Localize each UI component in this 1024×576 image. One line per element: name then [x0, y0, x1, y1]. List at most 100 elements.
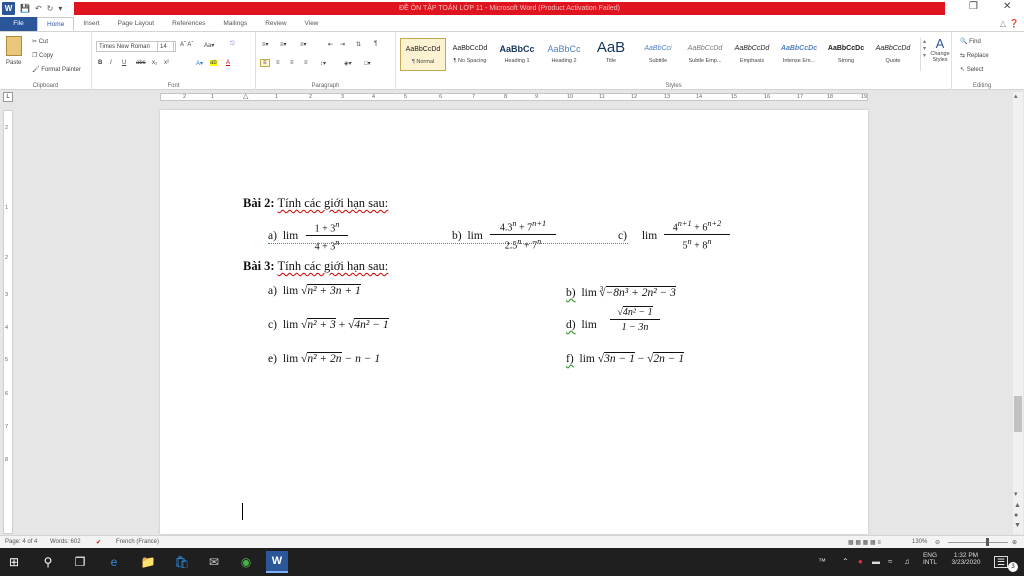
tab-mailings[interactable]: Mailings	[214, 17, 256, 31]
task-view-icon[interactable]: ❐	[72, 554, 88, 570]
style-no-spacing[interactable]: AaBbCcDd ¶ No Spacing	[447, 38, 493, 71]
style-subtitle[interactable]: AaBbCci Subtitle	[635, 38, 681, 71]
text-effects-icon[interactable]: A▾	[196, 60, 203, 67]
zoom-in-icon[interactable]: ⊕	[1012, 539, 1017, 546]
language-indicator[interactable]: French (France)	[116, 539, 159, 545]
file-explorer-icon[interactable]: 📁	[140, 554, 156, 570]
clear-formatting-icon[interactable]: ⎋	[230, 41, 235, 48]
align-right-icon[interactable]: ≡	[290, 60, 294, 66]
save-icon[interactable]: 💾	[20, 4, 30, 13]
style-heading-2[interactable]: AaBbCc Heading 2	[541, 38, 587, 71]
wifi-icon[interactable]: ≈	[888, 557, 892, 566]
style-emphasis[interactable]: AaBbCcDd Emphasis	[729, 38, 775, 71]
input-language[interactable]: ENG INTL	[918, 552, 942, 566]
next-page-icon[interactable]: ▼	[1014, 522, 1021, 529]
grow-font-icon[interactable]: Aˆ Aˇ	[180, 42, 193, 48]
tab-home[interactable]: Home	[37, 17, 75, 31]
proofing-icon[interactable]: ✔	[96, 539, 101, 546]
windows-start-icon[interactable]: ⊞	[6, 554, 22, 570]
minimize-ribbon-icon[interactable]: △	[1000, 19, 1006, 28]
tab-insert[interactable]: Insert	[74, 17, 108, 31]
italic-button[interactable]: I	[110, 60, 112, 66]
justify-icon[interactable]: ≡	[304, 60, 308, 66]
help-icon[interactable]: ❓	[1009, 19, 1019, 28]
tab-references[interactable]: References	[163, 17, 214, 31]
cut-button[interactable]: ✂ Cut	[32, 38, 48, 45]
change-case-icon[interactable]: Aa▾	[204, 42, 214, 49]
line-spacing-icon[interactable]: ↕▾	[320, 60, 326, 67]
store-icon[interactable]: 🛍	[174, 554, 190, 570]
tab-review[interactable]: Review	[256, 17, 295, 31]
scroll-up-icon[interactable]: ▴	[1014, 92, 1018, 100]
mail-icon[interactable]: ✉	[206, 554, 222, 570]
zoom-slider-handle[interactable]	[986, 538, 989, 546]
style-title[interactable]: AaB Title	[588, 38, 634, 71]
font-color-icon[interactable]: A	[226, 60, 230, 66]
style-intense-emphasis[interactable]: AaBbCcDc Intense Em...	[776, 38, 822, 71]
previous-page-icon[interactable]: ▲	[1014, 502, 1021, 509]
decrease-indent-icon[interactable]: ⇤	[328, 41, 333, 48]
style-strong[interactable]: AaBbCcDc Strong	[823, 38, 869, 71]
indent-marker-icon[interactable]: △	[243, 92, 248, 100]
paste-button[interactable]: Paste	[6, 60, 21, 66]
volume-icon[interactable]: ♫	[904, 557, 910, 566]
ruler-track[interactable]: 2 1 △ 1 2 3 4 5 6 7 8 9 10 11 12 13 14 1…	[160, 93, 868, 101]
find-button[interactable]: 🔍 Find	[960, 38, 981, 45]
shading-icon[interactable]: ◈▾	[344, 60, 352, 67]
people-icon[interactable]: ™	[818, 557, 826, 566]
sort-icon[interactable]: ⇅	[356, 41, 361, 48]
tab-file[interactable]: File	[0, 17, 37, 31]
zoom-level[interactable]: 130%	[912, 539, 927, 545]
bold-button[interactable]: B	[98, 60, 102, 66]
notifications-icon[interactable]: ☰	[994, 556, 1008, 568]
align-center-icon[interactable]: ≡	[276, 60, 280, 66]
search-icon[interactable]: ⚲	[40, 554, 56, 570]
style-normal[interactable]: AaBbCcDd ¶ Normal	[400, 38, 446, 71]
multilevel-list-icon[interactable]: ≡▾	[300, 41, 307, 48]
tab-selector[interactable]: L	[3, 92, 13, 102]
document-page[interactable]	[160, 110, 868, 534]
view-buttons-icon[interactable]: ▦ ▦ ▦ ▦ ≡	[848, 539, 881, 546]
tray-chevron-icon[interactable]: ⌃	[842, 557, 849, 566]
zoom-out-icon[interactable]: ⊖	[935, 539, 940, 546]
vertical-scrollbar[interactable]: ▴ ▾ ▲ ● ▼	[1013, 92, 1023, 534]
superscript-button[interactable]: x²	[164, 60, 169, 66]
pilcrow-icon[interactable]: ¶	[374, 41, 377, 47]
battery-icon[interactable]: ▬	[872, 557, 880, 566]
numbering-icon[interactable]: ≡▾	[280, 41, 287, 48]
strikethrough-button[interactable]: abc	[136, 60, 146, 66]
tab-view[interactable]: View	[296, 17, 328, 31]
clock[interactable]: 1:32 PM 3/23/2020	[944, 552, 988, 566]
redo-icon[interactable]: ↻	[47, 4, 54, 13]
undo-icon[interactable]: ↶	[35, 4, 42, 13]
antivirus-icon[interactable]: ●	[858, 557, 863, 566]
word-app-icon[interactable]: W	[2, 2, 15, 15]
change-styles-button[interactable]: A Change Styles	[928, 36, 952, 63]
style-quote[interactable]: AaBbCcDd Quote	[870, 38, 916, 71]
word-taskbar-icon[interactable]: W	[266, 551, 288, 573]
select-button[interactable]: ↖ Select	[960, 66, 983, 73]
zoom-slider[interactable]	[948, 542, 1008, 543]
align-left-icon[interactable]: ≡	[260, 59, 270, 67]
qat-dropdown-icon[interactable]: ▾	[58, 4, 62, 13]
copy-button[interactable]: ❐ Copy	[32, 52, 53, 59]
style-heading-1[interactable]: AaBbCc Heading 1	[494, 38, 540, 71]
style-subtle-emphasis[interactable]: AaBbCcDd Subtle Emp...	[682, 38, 728, 71]
close-icon[interactable]: ✕	[1003, 1, 1011, 12]
bullets-icon[interactable]: ≡▾	[262, 41, 269, 48]
page-indicator[interactable]: Page: 4 of 4	[5, 539, 37, 545]
format-painter-button[interactable]: 🖌 Format Painter	[32, 66, 81, 73]
word-count[interactable]: Words: 602	[50, 539, 81, 545]
subscript-button[interactable]: x₂	[152, 60, 157, 66]
browse-object-icon[interactable]: ●	[1014, 512, 1018, 519]
borders-icon[interactable]: □▾	[364, 60, 371, 67]
restore-icon[interactable]: ❐	[969, 1, 978, 12]
app-icon[interactable]: ◉	[238, 554, 254, 570]
styles-scroll-icon[interactable]: ▴ ▾ ▾	[920, 38, 928, 71]
paste-icon[interactable]	[6, 36, 22, 56]
increase-indent-icon[interactable]: ⇥	[340, 41, 345, 48]
replace-button[interactable]: ⇆ Replace	[960, 52, 989, 59]
tab-page-layout[interactable]: Page Layout	[109, 17, 164, 31]
scroll-thumb[interactable]	[1014, 396, 1022, 432]
font-size-select[interactable]: 14	[157, 41, 176, 52]
